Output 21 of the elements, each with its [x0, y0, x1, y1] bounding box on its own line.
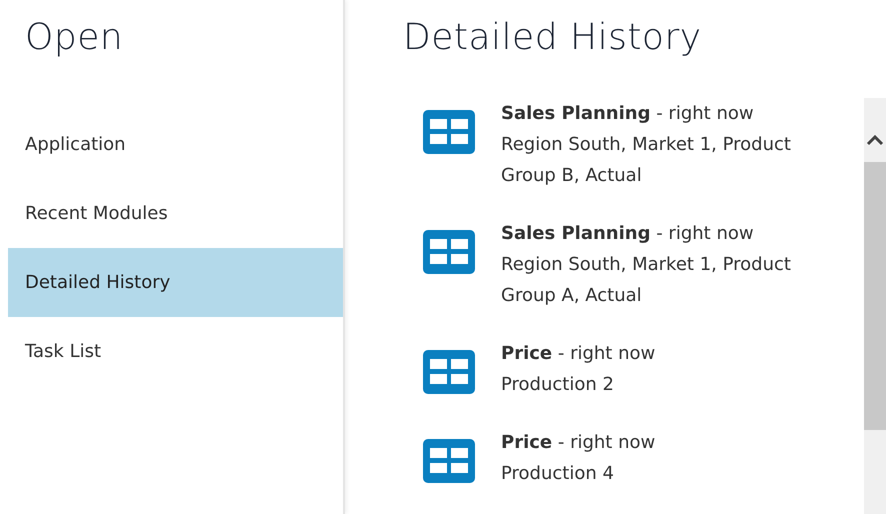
scrollbar-thumb[interactable] [864, 162, 886, 430]
sidebar-title: Open [25, 16, 124, 60]
history-item-detail: Region South, Market 1, Product Group B, Actual [501, 133, 792, 188]
sidebar-item[interactable]: Recent Modules [8, 179, 343, 248]
history-item-detail: Region South, Market 1, Product Group A, Actual [501, 253, 792, 308]
table-icon[interactable] [423, 439, 475, 483]
scroll-up-icon[interactable] [866, 134, 884, 146]
history-item-title[interactable]: Price - right now [501, 427, 831, 458]
history-item-detail: Production 4 [501, 462, 615, 486]
page-title: Detailed History [403, 16, 703, 60]
sidebar-item[interactable]: Application [8, 110, 343, 179]
table-icon[interactable] [423, 110, 475, 154]
table-icon[interactable] [423, 350, 475, 394]
history-item-detail: Production 2 [501, 373, 615, 397]
table-icon[interactable] [423, 230, 475, 274]
sidebar-item[interactable]: Task List [8, 317, 343, 386]
history-item-title[interactable]: Sales Planning - right now [501, 218, 831, 249]
history-item-title[interactable]: Price - right now [501, 338, 831, 369]
scrollbar[interactable] [864, 98, 886, 514]
sidebar-item[interactable]: Detailed History [8, 248, 343, 317]
history-item-title[interactable]: Sales Planning - right now [501, 98, 831, 129]
